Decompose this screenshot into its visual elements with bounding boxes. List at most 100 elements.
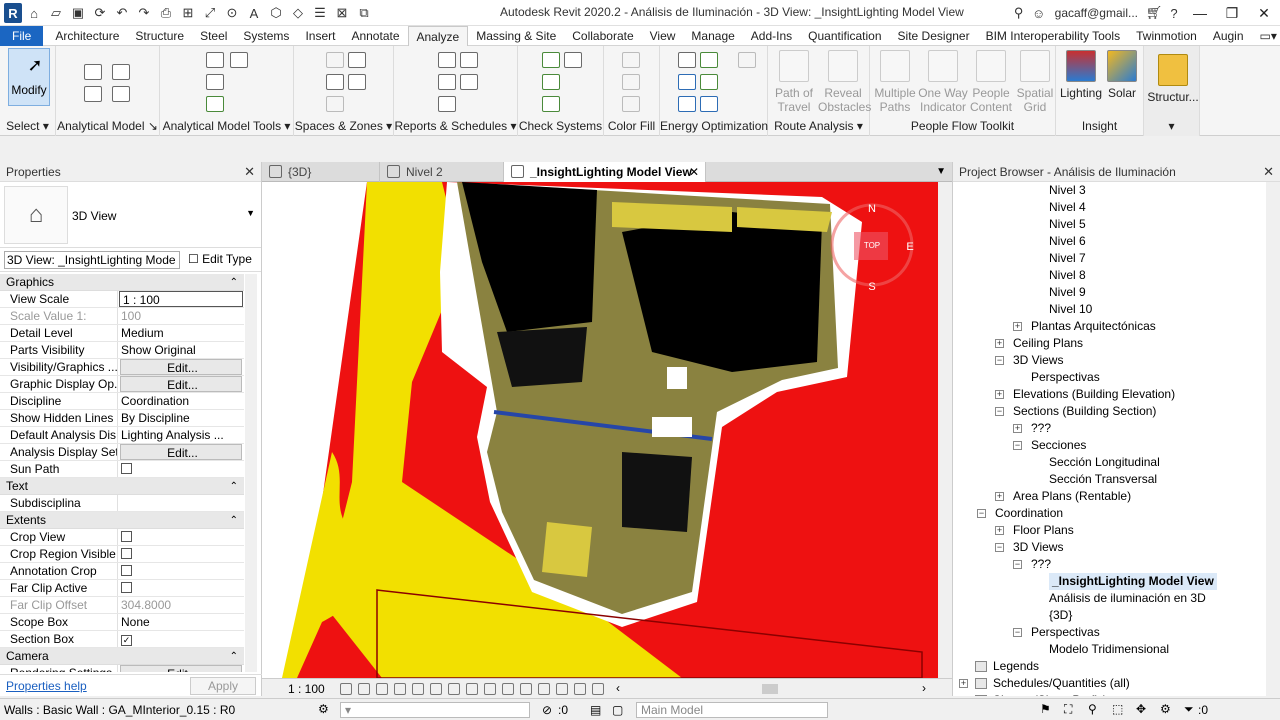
binoculars-icon[interactable]: ⚲ [1009,3,1029,23]
property-edit-button[interactable]: Edit... [120,376,242,392]
user-icon[interactable]: ☺ [1029,3,1049,23]
worksets-icon[interactable]: ⚙ [318,702,329,716]
save-icon[interactable]: ▣ [68,3,88,23]
property-edit-button[interactable]: Edit... [120,444,242,460]
tree-node[interactable]: Ceiling Plans [1013,335,1083,352]
shadows-icon[interactable] [394,683,406,695]
home-icon[interactable]: ⌂ [24,3,44,23]
text-icon[interactable]: A [244,3,264,23]
collapse-icon[interactable]: ⌃ [230,274,238,291]
tree-expander-icon[interactable]: − [995,543,1004,552]
check-duct-icon[interactable] [542,52,560,68]
view-scale[interactable]: 1 : 100 [288,682,325,696]
analysis-results-icon[interactable] [700,96,718,112]
panel-label-spaces-zones[interactable]: Spaces & Zones ▾ [294,119,393,133]
analytical-model-icon[interactable] [538,683,550,695]
heating-cooling-icon[interactable] [678,96,696,112]
tree-expander-icon[interactable]: + [995,390,1004,399]
tab-quantification[interactable]: Quantification [800,26,889,46]
tab-steel[interactable]: Steel [192,26,235,46]
modify-button[interactable]: ➚ Modify [8,48,50,106]
tree-node[interactable]: Modelo Tridimensional [1049,641,1169,658]
tab-architecture[interactable]: Architecture [47,26,127,46]
one-way-indicator-button[interactable]: One Way Indicator [918,48,968,114]
property-value[interactable]: Medium [118,325,244,341]
property-section[interactable]: Text ⌃ [0,478,244,495]
property-edit-button[interactable]: Edit... [120,359,242,375]
color-scheme-icon[interactable] [622,96,640,112]
close-window-button[interactable]: ✕ [1248,0,1280,26]
tree-expander-icon[interactable]: − [1013,441,1022,450]
solar-button[interactable]: Solar [1102,48,1142,100]
tree-expander-icon[interactable]: − [995,356,1004,365]
tab-3d[interactable]: {3D} [262,162,380,182]
create-energy-model-icon[interactable] [700,52,718,68]
panel-label-analytical-model-tools[interactable]: Analytical Model Tools ▾ [160,119,293,133]
reveal-obstacles-button[interactable]: Reveal Obstacles [818,48,871,114]
close-tab-icon[interactable]: ✕ [689,162,699,182]
undo-icon[interactable]: ↶ [112,3,132,23]
panel-label-route-analysis[interactable]: Route Analysis ▾ [768,119,869,133]
scroll-right-icon[interactable]: › [922,681,926,695]
crop-view-icon[interactable] [430,683,442,695]
close-properties-icon[interactable]: ✕ [244,162,255,182]
path-of-travel-button[interactable]: Path of Travel [770,48,818,114]
tree-node[interactable]: ??? [1031,420,1051,437]
property-value[interactable] [118,495,244,511]
panel-label-select[interactable]: Select ▾ [0,119,55,133]
panel-schedule-icon[interactable] [460,74,478,90]
temp-view-props-icon[interactable] [520,683,532,695]
analytical-reset-icon[interactable] [84,86,102,102]
tab-file[interactable]: File [0,25,44,46]
check-supports-icon[interactable] [206,52,224,68]
property-value[interactable]: Lighting Analysis ... [118,427,244,443]
detail-level-icon[interactable] [340,683,352,695]
tree-node[interactable]: 3D Views [1013,352,1063,369]
sync-icon[interactable]: ⟳ [90,3,110,23]
design-option-select[interactable]: Main Model [636,702,828,718]
tree-node[interactable]: Nivel 6 [1049,233,1086,250]
redo-icon[interactable]: ↷ [134,3,154,23]
panel-label-reports-schedules[interactable]: Reports & Schedules ▾ [394,119,517,133]
tree-node[interactable]: Nivel 4 [1049,199,1086,216]
reveal-constraints-icon[interactable] [574,683,586,695]
collapse-icon[interactable]: ⌃ [230,648,238,665]
property-checkbox[interactable] [118,529,244,545]
minimize-button[interactable]: — [1184,0,1216,26]
design-options-icon[interactable]: ▤ [590,703,601,717]
check-pipe-icon[interactable] [564,52,582,68]
tree-node[interactable]: Sección Transversal [1049,471,1157,488]
zone-icon[interactable] [348,74,366,90]
tab-collaborate[interactable]: Collaborate [564,26,641,46]
structur-button[interactable]: Structur... [1146,52,1200,104]
show-crop-icon[interactable] [448,683,460,695]
tree-node[interactable]: Perspectivas [1031,624,1100,641]
horizontal-scroll-thumb[interactable] [762,684,778,694]
boundary-conditions-icon[interactable] [206,96,224,112]
people-content-button[interactable]: People Content [968,48,1014,114]
highlight-displacement-icon[interactable] [556,683,568,695]
property-value[interactable]: 100 [118,308,244,324]
tab-nivel-2[interactable]: Nivel 2 [380,162,504,182]
multiple-paths-button[interactable]: Multiple Paths [872,48,918,114]
tree-expander-icon[interactable]: − [1013,560,1022,569]
analytical-check-icon[interactable] [112,86,130,102]
open-icon[interactable]: ▱ [46,3,66,23]
scroll-left-icon[interactable]: ‹ [616,681,620,695]
panel-label-energy-optimization[interactable]: Energy Optimization [660,119,768,133]
panel-label-people-flow-toolkit[interactable]: People Flow Toolkit [870,119,1055,133]
cart-icon[interactable]: 🛒︎ [1144,3,1164,23]
check-circuits-icon[interactable] [542,74,560,90]
structur-expand-icon[interactable]: ▾ [1144,119,1199,133]
tree-expander-icon[interactable]: + [995,492,1004,501]
property-checkbox[interactable]: ✓ [118,631,244,647]
sun-path-icon[interactable] [376,683,388,695]
tree-expander-icon[interactable]: − [995,407,1004,416]
tree-expander-icon[interactable]: + [1013,322,1022,331]
select-pinned-icon[interactable]: ⚲ [1088,702,1097,716]
pipe-legend-icon[interactable] [622,74,640,90]
tree-node[interactable]: _InsightLighting Model View [1049,573,1217,590]
worksharing-display-icon[interactable] [592,683,604,695]
tree-node[interactable]: Nivel 5 [1049,216,1086,233]
collapse-icon[interactable]: ⌃ [230,512,238,529]
